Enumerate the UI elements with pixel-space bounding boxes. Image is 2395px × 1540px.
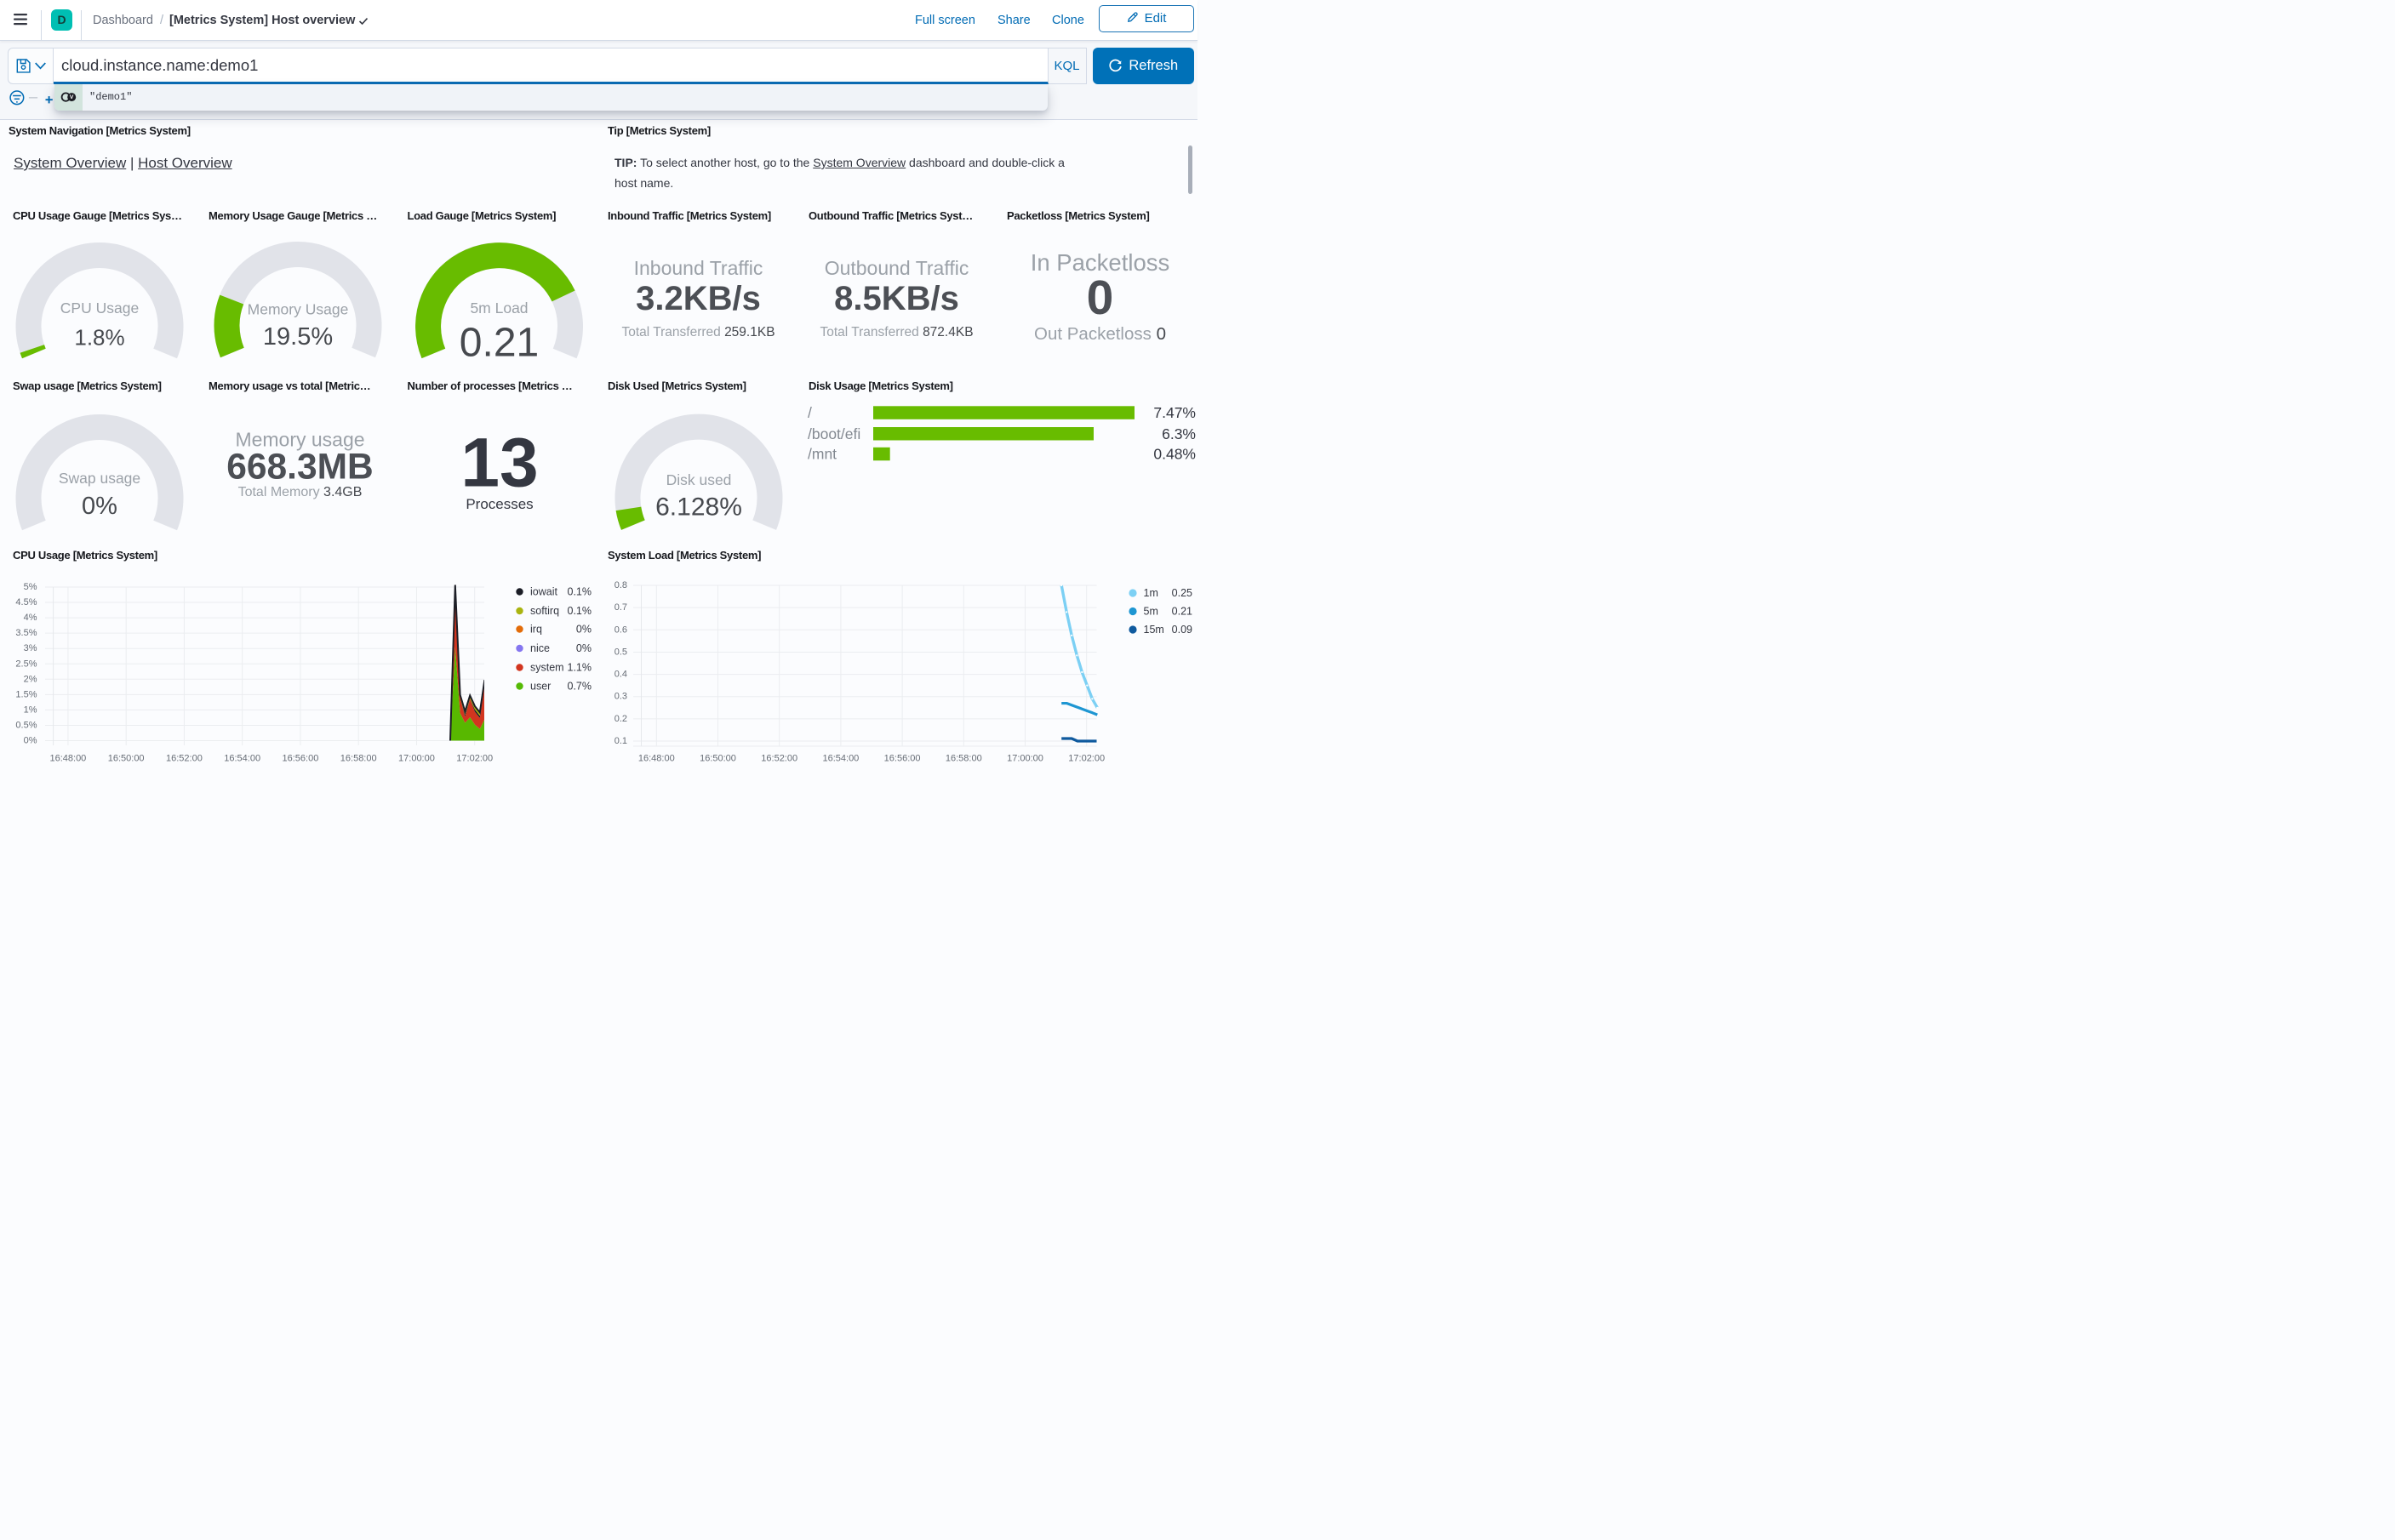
svg-text:/: /: [808, 404, 812, 421]
svg-text:0.2: 0.2: [614, 714, 627, 724]
svg-text:16:58:00: 16:58:00: [340, 754, 377, 764]
svg-text:0.8: 0.8: [614, 580, 627, 590]
svg-text:irq: irq: [530, 624, 542, 636]
svg-text:6.128%: 6.128%: [655, 493, 742, 522]
svg-text:3.2KB/s: 3.2KB/s: [636, 280, 761, 317]
svg-text:0%: 0%: [24, 736, 37, 746]
svg-text:iowait: iowait: [530, 586, 557, 598]
svg-text:2%: 2%: [24, 674, 37, 684]
svg-text:0%: 0%: [576, 642, 592, 654]
svg-text:Processes: Processes: [466, 496, 533, 512]
svg-text:0.3: 0.3: [614, 692, 627, 702]
svg-text:668.3MB: 668.3MB: [226, 447, 373, 487]
svg-text:17:00:00: 17:00:00: [398, 754, 435, 764]
svg-text:Total Transferred 872.4KB: Total Transferred 872.4KB: [820, 325, 973, 339]
svg-text:5m: 5m: [1144, 606, 1158, 618]
svg-text:Inbound Traffic: Inbound Traffic: [634, 257, 763, 279]
svg-text:0.5%: 0.5%: [15, 720, 37, 730]
svg-text:Swap usage: Swap usage: [59, 470, 140, 487]
svg-text:17:02:00: 17:02:00: [1068, 754, 1105, 764]
svg-text:16:52:00: 16:52:00: [761, 754, 797, 764]
svg-text:16:48:00: 16:48:00: [638, 754, 675, 764]
svg-text:3%: 3%: [24, 643, 37, 653]
svg-text:0: 0: [1087, 271, 1114, 325]
svg-text:0.21: 0.21: [460, 321, 539, 366]
svg-text:1m: 1m: [1144, 587, 1158, 599]
svg-text:16:56:00: 16:56:00: [283, 754, 319, 764]
svg-text:0.7%: 0.7%: [568, 681, 592, 693]
svg-text:Out Packetloss 0: Out Packetloss 0: [1034, 324, 1166, 344]
svg-text:/mnt: /mnt: [808, 446, 837, 463]
svg-text:13: 13: [460, 424, 538, 501]
svg-text:/boot/efi: /boot/efi: [808, 425, 860, 442]
svg-text:4.5%: 4.5%: [15, 597, 37, 607]
svg-text:0.1: 0.1: [614, 736, 627, 746]
svg-text:0.4: 0.4: [614, 670, 627, 680]
svg-text:0.1%: 0.1%: [568, 605, 592, 617]
svg-text:16:54:00: 16:54:00: [822, 754, 859, 764]
svg-text:0.1%: 0.1%: [568, 586, 592, 598]
svg-text:CPU Usage: CPU Usage: [60, 299, 139, 317]
svg-text:user: user: [530, 681, 551, 693]
svg-text:0.6: 0.6: [614, 625, 627, 635]
svg-text:17:00:00: 17:00:00: [1007, 754, 1043, 764]
svg-text:system: system: [530, 662, 564, 674]
svg-text:16:50:00: 16:50:00: [108, 754, 145, 764]
svg-text:0.21: 0.21: [1172, 606, 1192, 618]
svg-text:1%: 1%: [24, 704, 37, 715]
svg-text:0.7: 0.7: [614, 602, 627, 613]
svg-text:0%: 0%: [82, 493, 117, 520]
svg-text:3.5%: 3.5%: [15, 628, 37, 638]
svg-text:16:56:00: 16:56:00: [884, 754, 921, 764]
svg-text:5m Load: 5m Load: [470, 299, 528, 317]
svg-text:1.5%: 1.5%: [15, 689, 37, 699]
svg-text:0.5: 0.5: [614, 647, 627, 657]
svg-text:5%: 5%: [24, 582, 37, 592]
svg-text:nice: nice: [530, 642, 550, 654]
svg-text:Disk used: Disk used: [666, 471, 732, 488]
svg-text:19.5%: 19.5%: [263, 323, 333, 351]
svg-text:16:50:00: 16:50:00: [700, 754, 736, 764]
svg-text:4%: 4%: [24, 613, 37, 623]
svg-text:Outbound Traffic: Outbound Traffic: [825, 257, 969, 279]
svg-text:0.09: 0.09: [1172, 624, 1192, 636]
svg-text:6.3%: 6.3%: [1162, 425, 1196, 442]
svg-text:0.25: 0.25: [1172, 587, 1192, 599]
svg-text:0.48%: 0.48%: [1153, 446, 1196, 463]
svg-text:V: V: [69, 94, 73, 100]
svg-text:softirq: softirq: [530, 605, 559, 617]
svg-text:0%: 0%: [576, 624, 592, 636]
svg-text:16:48:00: 16:48:00: [49, 754, 86, 764]
svg-text:8.5KB/s: 8.5KB/s: [834, 280, 959, 317]
svg-text:Total Transferred 259.1KB: Total Transferred 259.1KB: [621, 325, 775, 339]
svg-text:16:58:00: 16:58:00: [946, 754, 982, 764]
svg-text:1.1%: 1.1%: [568, 662, 592, 674]
svg-text:15m: 15m: [1144, 624, 1164, 636]
svg-text:Memory Usage: Memory Usage: [248, 301, 349, 318]
svg-text:16:54:00: 16:54:00: [224, 754, 260, 764]
svg-text:Total Memory 3.4GB: Total Memory 3.4GB: [238, 485, 363, 499]
svg-text:16:52:00: 16:52:00: [166, 754, 203, 764]
svg-text:7.47%: 7.47%: [1153, 404, 1196, 421]
svg-text:2.5%: 2.5%: [15, 659, 37, 669]
svg-text:1.8%: 1.8%: [74, 325, 124, 351]
svg-text:17:02:00: 17:02:00: [456, 754, 493, 764]
